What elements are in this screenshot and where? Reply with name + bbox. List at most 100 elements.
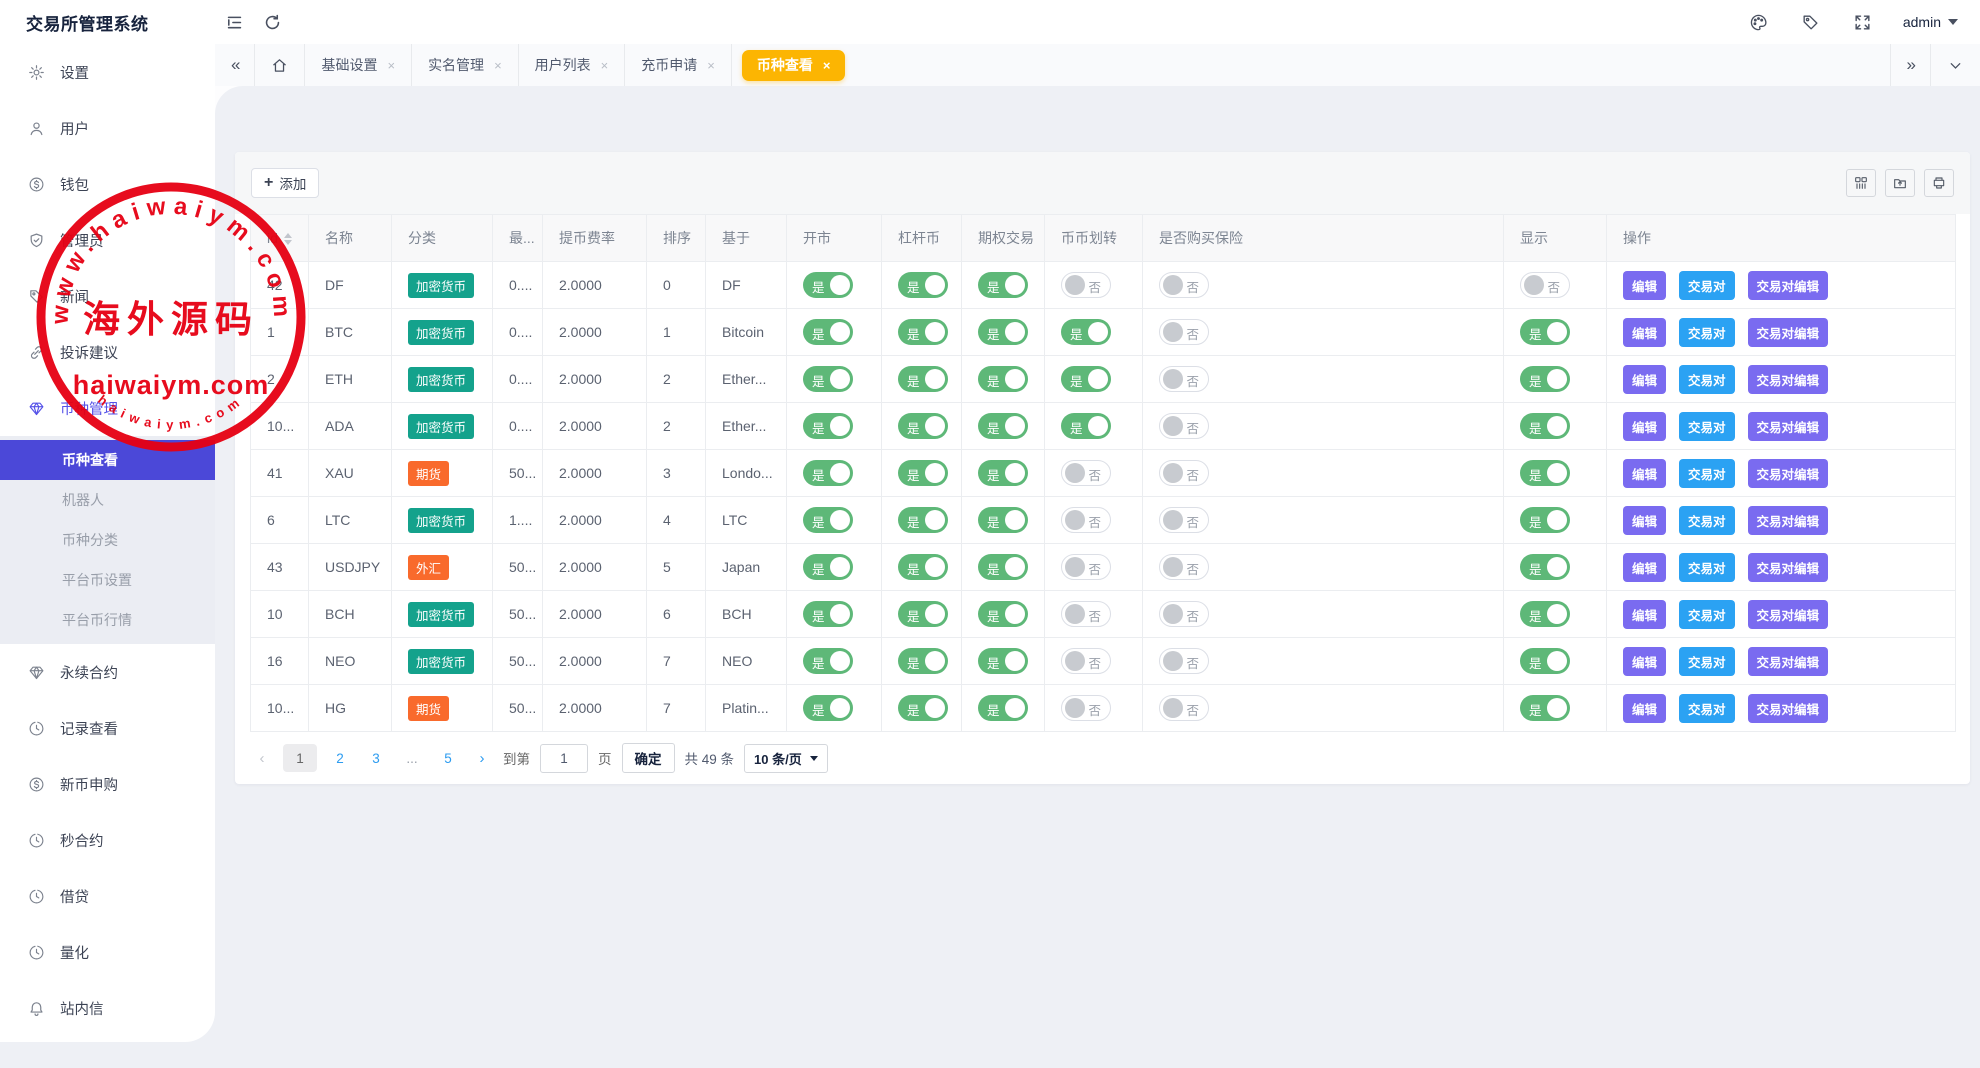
export-icon[interactable] [1885, 169, 1915, 197]
toggle-off[interactable]: 否 [1159, 695, 1209, 721]
sidebar-item-永续合约[interactable]: 永续合约 [0, 644, 215, 700]
close-icon[interactable]: × [707, 58, 715, 73]
page-2-button[interactable]: 2 [327, 744, 353, 772]
toggle-on[interactable]: 是 [898, 366, 948, 392]
sort-icon[interactable] [284, 233, 292, 245]
user-menu[interactable]: admin [1903, 14, 1958, 30]
op-交易对-button[interactable]: 交易对 [1679, 412, 1735, 441]
op-交易对-button[interactable]: 交易对 [1679, 600, 1735, 629]
op-交易对-button[interactable]: 交易对 [1679, 647, 1735, 676]
sidebar-subitem-平台币设置[interactable]: 平台币设置 [0, 560, 215, 600]
op-编辑-button[interactable]: 编辑 [1623, 506, 1666, 535]
op-交易对-button[interactable]: 交易对 [1679, 694, 1735, 723]
toggle-on[interactable]: 是 [898, 319, 948, 345]
op-编辑-button[interactable]: 编辑 [1623, 694, 1666, 723]
toggle-off[interactable]: 否 [1061, 554, 1111, 580]
toggle-on[interactable]: 是 [978, 366, 1028, 392]
toggle-on[interactable]: 是 [803, 460, 853, 486]
toggle-off[interactable]: 否 [1159, 648, 1209, 674]
toggle-on[interactable]: 是 [978, 272, 1028, 298]
toggle-off[interactable]: 否 [1159, 319, 1209, 345]
op-交易对编辑-button[interactable]: 交易对编辑 [1748, 506, 1829, 535]
toggle-on[interactable]: 是 [898, 272, 948, 298]
sidebar-item-量化[interactable]: 量化 [0, 924, 215, 980]
next-page-button[interactable]: › [471, 750, 493, 767]
toggle-on[interactable]: 是 [1061, 366, 1111, 392]
op-编辑-button[interactable]: 编辑 [1623, 600, 1666, 629]
toggle-on[interactable]: 是 [1520, 601, 1570, 627]
op-交易对编辑-button[interactable]: 交易对编辑 [1748, 412, 1829, 441]
toggle-on[interactable]: 是 [898, 601, 948, 627]
toggle-on[interactable]: 是 [803, 601, 853, 627]
tab-充币申请[interactable]: 充币申请× [625, 44, 732, 86]
goto-confirm-button[interactable]: 确定 [622, 743, 675, 773]
sidebar-item-投诉建议[interactable]: 投诉建议 [0, 324, 215, 380]
toggle-off[interactable]: 否 [1061, 648, 1111, 674]
toggle-on[interactable]: 是 [1061, 319, 1111, 345]
toggle-on[interactable]: 是 [978, 460, 1028, 486]
page-3-button[interactable]: 3 [363, 744, 389, 772]
toggle-off[interactable]: 否 [1159, 601, 1209, 627]
toggle-on[interactable]: 是 [1520, 319, 1570, 345]
tab-基础设置[interactable]: 基础设置× [305, 44, 412, 86]
col-header-id[interactable]: id [251, 215, 309, 262]
sidebar-item-新币申购[interactable]: 新币申购 [0, 756, 215, 812]
op-交易对编辑-button[interactable]: 交易对编辑 [1748, 647, 1829, 676]
toggle-on[interactable]: 是 [898, 648, 948, 674]
op-交易对编辑-button[interactable]: 交易对编辑 [1748, 600, 1829, 629]
op-交易对编辑-button[interactable]: 交易对编辑 [1748, 318, 1829, 347]
op-交易对编辑-button[interactable]: 交易对编辑 [1748, 459, 1829, 488]
op-交易对编辑-button[interactable]: 交易对编辑 [1748, 553, 1829, 582]
toggle-on[interactable]: 是 [978, 319, 1028, 345]
close-icon[interactable]: × [494, 58, 502, 73]
toggle-off[interactable]: 否 [1159, 554, 1209, 580]
toggle-on[interactable]: 是 [1520, 648, 1570, 674]
toggle-on[interactable]: 是 [978, 648, 1028, 674]
close-icon[interactable]: × [823, 58, 831, 73]
toggle-off[interactable]: 否 [1159, 366, 1209, 392]
fullscreen-icon[interactable] [1851, 0, 1875, 44]
toggle-on[interactable]: 是 [1520, 554, 1570, 580]
goto-page-input[interactable] [540, 744, 588, 773]
toggle-on[interactable]: 是 [803, 554, 853, 580]
toggle-on[interactable]: 是 [978, 554, 1028, 580]
sidebar-item-用户[interactable]: 用户 [0, 100, 215, 156]
toggle-on[interactable]: 是 [1520, 460, 1570, 486]
toggle-off[interactable]: 否 [1159, 413, 1209, 439]
tab-币种查看[interactable]: 币种查看× [742, 50, 846, 81]
toggle-on[interactable]: 是 [898, 695, 948, 721]
tabs-menu-button[interactable] [1930, 44, 1980, 86]
op-编辑-button[interactable]: 编辑 [1623, 318, 1666, 347]
toggle-on[interactable]: 是 [1520, 413, 1570, 439]
sidebar-item-设置[interactable]: 设置 [0, 44, 215, 100]
toggle-off[interactable]: 否 [1061, 695, 1111, 721]
toggle-on[interactable]: 是 [803, 319, 853, 345]
toggle-on[interactable]: 是 [898, 413, 948, 439]
toggle-on[interactable]: 是 [803, 366, 853, 392]
toggle-off[interactable]: 否 [1061, 460, 1111, 486]
columns-setting-icon[interactable] [1846, 169, 1876, 197]
toggle-off[interactable]: 否 [1061, 507, 1111, 533]
toggle-off[interactable]: 否 [1061, 601, 1111, 627]
toggle-off[interactable]: 否 [1159, 507, 1209, 533]
sidebar-subitem-平台币行情[interactable]: 平台币行情 [0, 600, 215, 640]
toggle-on[interactable]: 是 [1520, 366, 1570, 392]
sidebar-item-新闻[interactable]: 新闻 [0, 268, 215, 324]
op-交易对编辑-button[interactable]: 交易对编辑 [1748, 694, 1829, 723]
tab-实名管理[interactable]: 实名管理× [412, 44, 519, 86]
op-编辑-button[interactable]: 编辑 [1623, 647, 1666, 676]
add-button[interactable]: + 添加 [251, 168, 319, 198]
toggle-on[interactable]: 是 [898, 554, 948, 580]
toggle-on[interactable]: 是 [978, 507, 1028, 533]
sidebar-subitem-机器人[interactable]: 机器人 [0, 480, 215, 520]
op-交易对编辑-button[interactable]: 交易对编辑 [1748, 365, 1829, 394]
toggle-on[interactable]: 是 [1061, 413, 1111, 439]
toggle-on[interactable]: 是 [978, 413, 1028, 439]
toggle-on[interactable]: 是 [803, 695, 853, 721]
toggle-on[interactable]: 是 [803, 272, 853, 298]
toggle-on[interactable]: 是 [803, 413, 853, 439]
theme-palette-icon[interactable] [1747, 0, 1771, 44]
sidebar-item-记录查看[interactable]: 记录查看 [0, 700, 215, 756]
op-交易对-button[interactable]: 交易对 [1679, 506, 1735, 535]
op-交易对-button[interactable]: 交易对 [1679, 553, 1735, 582]
